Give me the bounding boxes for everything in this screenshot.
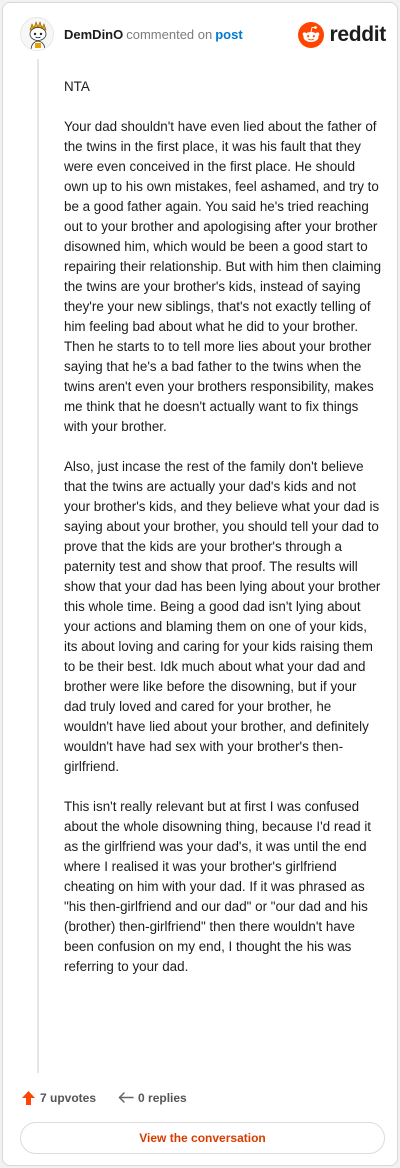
comment-paragraph: Your dad shouldn't have even lied about … xyxy=(64,119,382,434)
upvote-count: 7 upvotes xyxy=(40,1091,97,1105)
brand-name: reddit xyxy=(329,23,386,46)
comment-meta: DemDinO commented on post xyxy=(64,27,243,43)
comment-body: NTA Your dad shouldn't have even lied ab… xyxy=(64,77,382,977)
upvote-button[interactable]: 7 upvotes xyxy=(21,1090,96,1106)
user-avatar[interactable] xyxy=(20,17,54,51)
view-conversation-button[interactable]: View the conversation xyxy=(20,1122,385,1154)
comment-card: DemDinO commented on post reddit NTA Your … xyxy=(2,2,398,1166)
upvote-arrow-icon xyxy=(22,1091,35,1105)
reddit-logo-icon xyxy=(298,22,325,48)
reddit-brand[interactable]: reddit xyxy=(298,21,386,49)
action-text: commented on xyxy=(126,27,213,42)
replies-button[interactable]: 0 replies xyxy=(118,1091,187,1105)
reply-count: 0 replies xyxy=(138,1091,187,1105)
post-link[interactable]: post xyxy=(215,27,242,42)
comment-paragraph: Also, just incase the rest of the family… xyxy=(64,459,381,774)
comment-header: DemDinO commented on post reddit xyxy=(20,17,386,53)
thread-line xyxy=(37,59,39,1073)
comment-paragraph: This isn't really relevant but at first … xyxy=(64,799,372,974)
username-link[interactable]: DemDinO xyxy=(64,27,123,42)
snoo-avatar-icon xyxy=(21,18,53,50)
comment-actions: 7 upvotes 0 replies xyxy=(21,1087,187,1109)
comment-paragraph: NTA xyxy=(64,79,90,94)
reply-arrow-icon xyxy=(118,1092,134,1103)
